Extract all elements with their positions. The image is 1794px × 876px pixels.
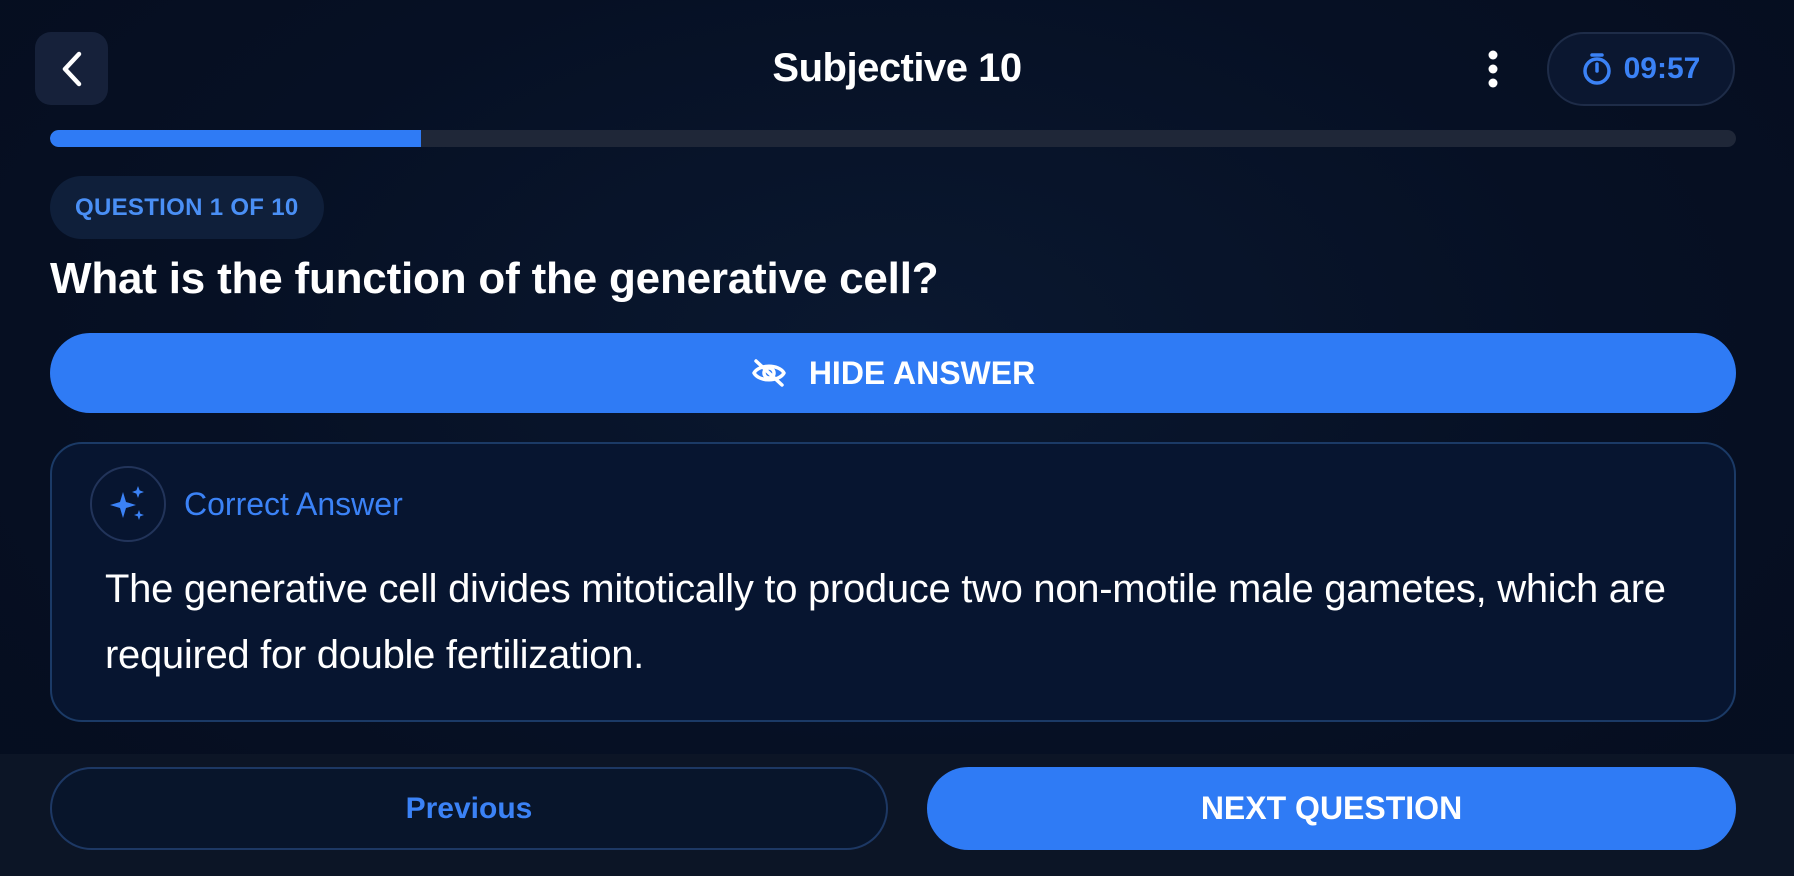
stopwatch-icon xyxy=(1582,53,1611,85)
answer-card: Correct Answer The generative cell divid… xyxy=(50,442,1736,722)
more-options-button[interactable] xyxy=(1478,44,1508,94)
answer-text: The generative cell divides mitotically … xyxy=(105,567,1666,677)
hide-answer-label: HIDE ANSWER xyxy=(808,354,1036,391)
question-counter-badge: QUESTION 1 OF 10 xyxy=(50,176,324,239)
eye-off-icon xyxy=(752,359,786,387)
question-text: What is the function of the generative c… xyxy=(50,254,939,303)
progress-bar xyxy=(50,130,1736,147)
timer-badge: 09:57 xyxy=(1547,32,1735,106)
previous-button[interactable]: Previous xyxy=(50,767,888,850)
timer-text: 09:57 xyxy=(1623,52,1701,85)
answer-label: Correct Answer xyxy=(184,486,403,522)
page-title: Subjective 10 xyxy=(772,46,1022,90)
hide-answer-button[interactable]: HIDE ANSWER xyxy=(50,333,1736,413)
sparkles-icon xyxy=(110,486,144,520)
progress-fill xyxy=(50,130,421,147)
more-vertical-icon xyxy=(1488,50,1498,88)
sparkle-badge xyxy=(90,466,166,542)
next-question-button[interactable]: NEXT QUESTION xyxy=(927,767,1736,850)
quiz-screen: Subjective 10 09:57 QUESTION 1 OF 10 Wha… xyxy=(0,0,1794,876)
